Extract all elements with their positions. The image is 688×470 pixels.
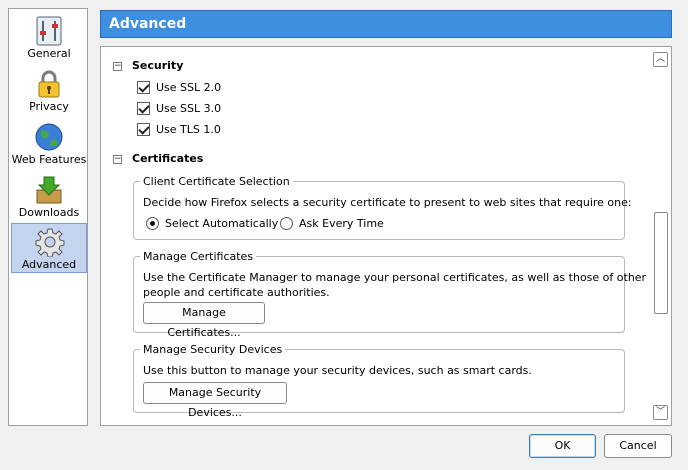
ssl2-label: Use SSL 2.0 bbox=[156, 81, 222, 94]
sidebar-item-label: General bbox=[27, 47, 71, 60]
scrollbar-thumb[interactable] bbox=[654, 212, 668, 314]
scroll-down-icon[interactable]: ﹀ bbox=[653, 405, 668, 420]
ssl2-checkbox[interactable] bbox=[137, 81, 150, 94]
security-collapse-toggle[interactable]: − bbox=[113, 62, 122, 71]
general-icon bbox=[36, 16, 62, 46]
ssl3-checkbox[interactable] bbox=[137, 102, 150, 115]
pane-scrollbar[interactable]: ︿ ﹀ bbox=[653, 50, 669, 422]
settings-pane: − Security Use SSL 2.0 Use SSL 3.0 Use T… bbox=[100, 46, 672, 426]
select-automatically-radio[interactable] bbox=[146, 217, 159, 230]
security-group-title: Security bbox=[132, 59, 184, 72]
manage-security-devices-button[interactable]: Manage Security Devices... bbox=[143, 382, 287, 419]
scroll-up-icon[interactable]: ︿ bbox=[653, 52, 668, 67]
sidebar-item-web-features[interactable]: Web Features bbox=[11, 119, 87, 169]
sidebar-item-label: Downloads bbox=[18, 206, 80, 219]
category-sidebar: General Privacy Web Features Downloads A… bbox=[8, 8, 88, 426]
lock-icon bbox=[38, 70, 60, 98]
sidebar-item-privacy[interactable]: Privacy bbox=[11, 66, 87, 116]
ok-button[interactable]: OK bbox=[529, 434, 596, 458]
manage-certs-description-1: Use the Certificate Manager to manage yo… bbox=[143, 271, 647, 284]
select-automatically-label: Select Automatically bbox=[165, 217, 279, 230]
globe-icon bbox=[35, 123, 63, 151]
certificates-collapse-toggle[interactable]: − bbox=[113, 155, 122, 164]
client-cert-groupbox bbox=[133, 181, 625, 240]
tls10-label: Use TLS 1.0 bbox=[156, 123, 221, 136]
download-icon bbox=[36, 176, 62, 204]
sidebar-item-general[interactable]: General bbox=[11, 13, 87, 63]
manage-certs-title: Manage Certificates bbox=[140, 250, 257, 263]
pane-header: Advanced bbox=[100, 10, 672, 38]
client-cert-description: Decide how Firefox selects a security ce… bbox=[143, 196, 632, 209]
ssl3-label: Use SSL 3.0 bbox=[156, 102, 222, 115]
sidebar-item-downloads[interactable]: Downloads bbox=[11, 172, 87, 222]
ask-every-time-radio[interactable] bbox=[280, 217, 293, 230]
security-devices-title: Manage Security Devices bbox=[140, 343, 286, 356]
client-cert-title: Client Certificate Selection bbox=[140, 175, 293, 188]
sidebar-item-advanced[interactable]: Advanced bbox=[11, 223, 87, 273]
sidebar-item-label: Privacy bbox=[29, 100, 69, 113]
sidebar-item-label: Web Features bbox=[11, 153, 87, 166]
sidebar-item-label: Advanced bbox=[21, 258, 77, 271]
ask-every-time-label: Ask Every Time bbox=[299, 217, 384, 230]
manage-certs-description-2: people and certificate authorities. bbox=[143, 286, 330, 299]
security-devices-description: Use this button to manage your security … bbox=[143, 364, 532, 377]
page-title: Advanced bbox=[109, 16, 187, 32]
gear-icon bbox=[35, 228, 65, 257]
tls10-checkbox[interactable] bbox=[137, 123, 150, 136]
manage-certificates-button[interactable]: Manage Certificates... bbox=[143, 302, 265, 339]
cancel-button[interactable]: Cancel bbox=[604, 434, 672, 458]
certificates-group-title: Certificates bbox=[132, 152, 204, 165]
